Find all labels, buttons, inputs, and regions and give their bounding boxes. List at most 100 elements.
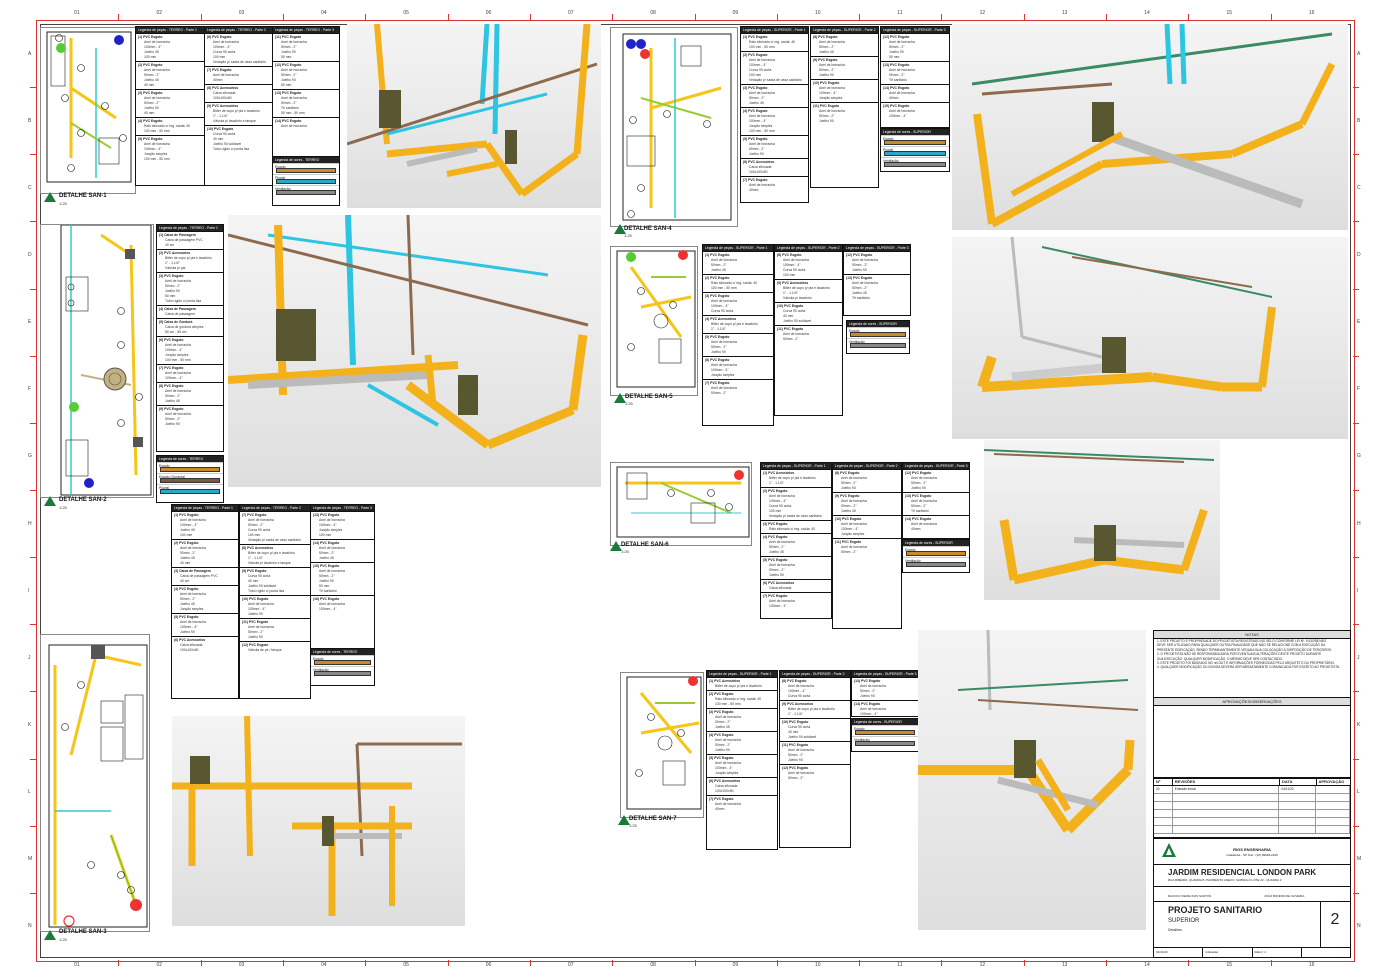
grid-column-label: 10 xyxy=(814,962,821,968)
parts-table-item: (8) PVC Esgoto Anel de borracha 50mm - 2" J… xyxy=(157,382,223,405)
grid-column-label: 13 xyxy=(1061,10,1068,16)
title-footer: 04/11/20 Indicadas Rafel / J. xyxy=(1154,947,1350,958)
color-swatch xyxy=(276,190,336,195)
part-description: Vedação p/ saída de vaso sanitário xyxy=(248,538,301,542)
part-description: Válvula de pé / tanque xyxy=(248,648,282,652)
detail-label-san-4: DETALHE SAN-4 xyxy=(624,226,672,232)
parts-table-item: (4) Caixa de Passagem Caixa de passagem xyxy=(157,305,223,318)
parts-table-item: (10) PVC Esgoto Anel de borracha 100mm - 4… xyxy=(811,79,878,102)
parts-table-item: (2) PVC Esgoto Anel de borracha 100mm - 4"… xyxy=(761,487,831,520)
grid-row-label: I xyxy=(28,587,30,594)
grid-tick xyxy=(1353,355,1359,357)
part-description: 40 mm xyxy=(144,111,155,115)
parts-table-item: (13) PVC Esgoto Anel de borracha 50mm - 2"… xyxy=(273,89,339,117)
part-description: 100 mm - 50 mm xyxy=(749,45,775,49)
parts-table-item: (11) PVC Esgoto Anel de borracha 50mm - 2"… xyxy=(273,33,339,61)
revision-cell xyxy=(1279,794,1316,801)
parts-table-item: (10) PVC Esgoto Curva 90 curta 40 mm Joelho… xyxy=(205,125,272,153)
grid-row-label: D xyxy=(28,252,32,258)
detail-label-san-6: DETALHE SAN-6 xyxy=(621,542,669,548)
part-description: Joelho 90 xyxy=(852,268,867,272)
parts-table-item: (4) PVC Acessórios Bitter de cupo p/ pia … xyxy=(703,315,773,333)
parts-table-item: (9) PVC Esgoto Anel de borracha 50mm - 2" J… xyxy=(811,56,878,79)
part-description: 40mm xyxy=(715,807,725,811)
grid-tick xyxy=(30,557,36,559)
parts-table-item: (12) PVC Esgoto Anel de borracha 50mm - 2"… xyxy=(273,61,339,89)
grid-column-label: 08 xyxy=(650,10,656,16)
rev-col-approval: APROVAÇÃO xyxy=(1318,779,1345,784)
part-description: 50mm - 2" xyxy=(711,391,727,395)
grid-tick xyxy=(941,960,943,966)
color-legend-row: Ventilação xyxy=(847,338,909,349)
grid-tick xyxy=(30,892,36,894)
grid-tick xyxy=(1353,422,1359,424)
firm-info: RIGS ENGENHARIA Indaiatuba - SP Tels.: (… xyxy=(1154,838,1350,865)
grid-row-label: J xyxy=(28,654,31,661)
parts-table-san7-p2: Legenda de peças - SUPERIOR - Parte 2 (8)… xyxy=(779,670,851,848)
color-swatch xyxy=(850,343,906,348)
color-swatch xyxy=(160,489,220,494)
parts-table-item: (5) PVC Esgoto Anel de borracha 50mm - 2" J… xyxy=(761,556,831,579)
grid-column-label: 01 xyxy=(74,962,80,968)
parts-table-item: (9) PVC Acessórios Bitter de cupo p/ pia … xyxy=(780,700,850,718)
parts-table-item: (3) PVC Esgoto Anel de borracha 50mm - 2" J… xyxy=(707,708,777,731)
grid-column-label: 04 xyxy=(321,962,327,968)
grid-tick xyxy=(30,624,36,626)
part-description: 100 mm - 50 mm xyxy=(144,129,170,133)
parts-table-san4-p3: Legenda de peças - SUPERIOR - Parte 3 (12… xyxy=(880,26,950,128)
grid-column-label: 06 xyxy=(485,10,492,16)
part-description: 100mm - 4" xyxy=(860,712,878,716)
parts-table-san3-p1: Legenda de peças - TERREO - Parte 1 (1) P… xyxy=(171,504,239,699)
color-legend-row: Esgoto (Gordura) xyxy=(157,473,223,484)
drawing-title-area: PROJETO SANITARIO SUPERIOR Detalhes xyxy=(1154,901,1321,947)
parts-table-san5-p2: Legenda de peças - SUPERIOR - Parte 2 (8)… xyxy=(774,244,843,416)
part-description: Joelho 90 xyxy=(180,630,195,634)
approvals-box: APROVAÇÕES/OBSERVAÇÕES xyxy=(1153,697,1351,779)
grid-tick xyxy=(1270,14,1272,20)
grid-column-label: 14 xyxy=(1144,962,1150,968)
color-legend-row: Esgoto xyxy=(311,655,374,666)
color-legend-row: Ventilação xyxy=(881,157,949,168)
approvals-title: APROVAÇÕES/OBSERVAÇÕES xyxy=(1154,698,1350,706)
detail-marker-icon xyxy=(44,496,56,506)
part-description: Junção simples xyxy=(715,771,739,775)
grid-tick xyxy=(859,14,861,20)
grid-column-label: 05 xyxy=(403,962,409,968)
parts-table-item: (5) PVC Esgoto Anel de borracha 100mm - 4"… xyxy=(172,613,238,636)
grid-column-label: 15 xyxy=(1226,962,1233,968)
grid-tick xyxy=(200,960,202,966)
grid-tick xyxy=(776,960,778,966)
grid-tick xyxy=(529,14,531,20)
detail-scale-san-5: 1:25 xyxy=(625,401,633,406)
parts-table-item: (6) PVC Acessórios Caixa sifonada xyxy=(761,579,831,592)
grid-row-label: B xyxy=(28,117,32,124)
part-description: Tubo rígido c/ ponta lisa xyxy=(248,589,285,593)
color-legend-row: Esgoto xyxy=(903,546,969,557)
color-swatch xyxy=(906,562,966,567)
signature-left: RAUFFO VIEIRA DOS SANTOS xyxy=(1168,894,1212,898)
part-description: Joelho 45 xyxy=(749,101,764,105)
part-description: 1" - 1.1/4" xyxy=(769,481,784,485)
parts-table-item: (1) PVC Acessórios Bitter de cupo p/ pia … xyxy=(707,677,777,690)
part-description: Tubo rígido c/ ponta lisa xyxy=(165,299,202,303)
part-description: Joelho 45 xyxy=(319,556,334,560)
rev-col-revisions: REVISÕES xyxy=(1173,778,1281,785)
grid-tick xyxy=(694,960,696,966)
parts-table-item: (3) PVC Esgoto Anel de borracha 50mm - 2" J… xyxy=(136,89,204,117)
part-description: Vedação p/ saída de vaso sanitário xyxy=(749,78,802,82)
part-description: 40mm xyxy=(749,188,759,192)
grid-column-label: 06 xyxy=(485,962,492,968)
part-description: Vedação p/ saída de vaso sanitário xyxy=(769,514,822,518)
grid-tick xyxy=(30,422,36,424)
grid-tick xyxy=(1106,14,1108,20)
part-description: 100x100x50 xyxy=(715,789,734,793)
footer-date: 04/11/20 xyxy=(1154,948,1204,958)
detail-scale-san-1: 1:25 xyxy=(59,201,67,206)
part-description: Válvula p/ lavatório e tanque xyxy=(213,119,256,123)
parts-table-item: (8) PVC Esgoto Anel de borracha 100mm - 4"… xyxy=(780,677,850,700)
parts-table-item: (16) PVC Esgoto Anel de borracha 100mm - 4… xyxy=(311,595,374,613)
part-description: Válvula p/ pia xyxy=(165,266,186,270)
grid-tick xyxy=(1270,960,1272,966)
parts-table-item: (9) PVC Esgoto Anel de borracha 50mm - 2" J… xyxy=(833,492,901,515)
render-3d-san-6 xyxy=(984,440,1220,600)
